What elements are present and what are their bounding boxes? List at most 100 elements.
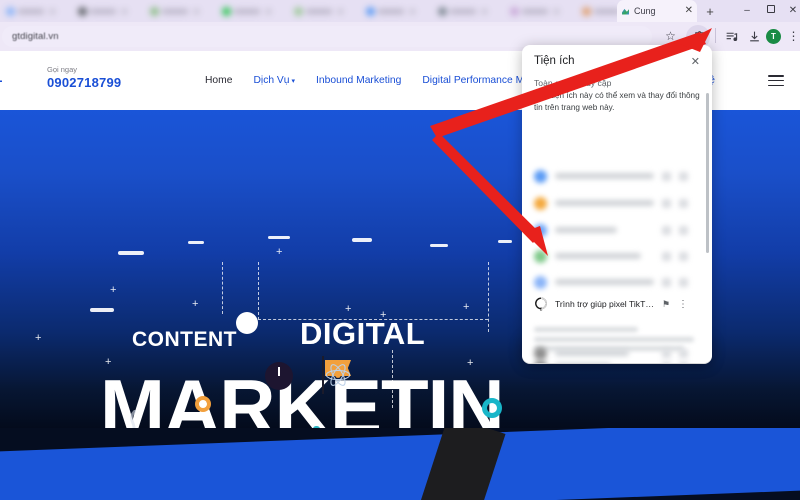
extensions-puzzle-icon[interactable] [691,28,708,45]
call-now-phone[interactable]: 0902718799 [47,75,121,90]
background-tab[interactable] [72,2,144,20]
page-favicon-icon [621,7,630,16]
extension-list-item[interactable] [522,163,700,189]
extension-list-item[interactable] [522,340,700,366]
extension-icon [534,196,547,210]
site-logo[interactable]: TAL [0,71,3,85]
call-now-block: Gọi ngay 0902718799 [47,65,121,90]
background-tab[interactable] [360,2,432,20]
browser-menu-icon[interactable]: ⋮ [785,28,800,45]
hero-word-digital: DIGITAL [300,316,426,351]
extension-list-item[interactable] [522,243,700,269]
plus-decoration: + [35,332,42,344]
pin-icon[interactable]: ⚑ [661,299,671,310]
overflow-menu-icon[interactable] [679,225,688,235]
plus-decoration: + [192,298,199,310]
cloud-decoration [268,236,290,239]
cloud-decoration [430,244,448,247]
pin-icon[interactable] [662,348,671,358]
tiktok-pixel-helper-name: Trình trợ giúp pixel TikT… [555,299,654,309]
tab-strip: Cung ✕ + – ✕ [0,0,800,22]
bookmark-star-icon[interactable]: ☆ [662,28,679,45]
atom-icon [325,364,351,386]
hamburger-icon[interactable] [768,75,784,87]
flag-pole-decoration [322,356,324,394]
window-close-button[interactable]: ✕ [784,3,800,19]
extensions-popup[interactable]: Tiện ích ✕ Toàn quyền truy cập Các tiện … [522,45,712,363]
hero-word-content: CONTENT [132,328,237,351]
extension-name [555,350,629,356]
nav-item-home[interactable]: Home [205,75,232,86]
close-tab-icon[interactable]: ✕ [685,6,693,16]
overflow-menu-icon[interactable]: ⋮ [678,299,688,310]
extension-list-item[interactable] [522,190,700,216]
popup-section-title-blurred [534,327,638,332]
background-tab[interactable] [144,2,216,20]
extensions-popup-header: Tiện ích ✕ [522,45,712,77]
tiktok-pixel-helper-row[interactable]: 2 Trình trợ giúp pixel TikT… ⚑ ⋮ [522,291,700,317]
extension-name [555,173,654,179]
extension-icon [534,169,547,183]
extensions-popup-title: Tiện ích [534,55,575,67]
extension-icon [534,275,547,289]
background-tab[interactable] [504,2,576,20]
active-tab-title: Cung [634,6,656,16]
dashed-guide [222,262,223,314]
pin-icon[interactable] [662,171,671,181]
pin-icon[interactable] [662,198,671,208]
dashed-guide [488,262,489,332]
gear-icon [482,398,502,418]
pin-icon[interactable] [662,277,671,287]
profile-avatar[interactable]: T [766,29,781,44]
reading-list-icon[interactable] [723,28,740,45]
popup-scrollbar[interactable] [706,93,709,253]
nav-item-dichvu[interactable]: Dịch Vụ ▾ [253,75,295,86]
overflow-menu-icon[interactable] [679,251,688,261]
new-tab-button[interactable]: + [702,4,718,20]
overflow-menu-icon[interactable] [679,277,688,287]
close-icon[interactable]: ✕ [691,55,700,68]
call-now-label: Gọi ngay [47,65,78,74]
window-maximize-button[interactable] [762,3,780,19]
overflow-menu-icon[interactable] [679,348,688,358]
dashed-guide [258,262,488,320]
address-bar[interactable]: gtdigital.vn [2,26,652,47]
chevron-down-icon: ▾ [291,78,296,85]
plus-decoration: + [276,246,283,258]
gear-icon [195,396,211,412]
cloud-decoration [188,241,204,244]
clock-icon [265,362,293,390]
plus-decoration: + [110,284,117,296]
browser-window: Cung ✕ + – ✕ gtdigital.vn ☆ T ⋮ TAL [0,0,800,500]
site-footer [0,428,800,500]
overflow-menu-icon[interactable] [679,198,688,208]
pin-icon[interactable] [662,251,671,261]
tiktok-pixel-helper-icon: 2 [534,297,548,311]
extension-name [555,227,617,233]
nav-item-inbound-marketing[interactable]: Inbound Marketing [316,75,401,86]
background-tabs-group[interactable] [0,0,620,22]
extension-icon [534,346,547,360]
background-tab[interactable] [216,2,288,20]
cloud-decoration [118,251,144,255]
toolbar-divider [715,28,716,43]
circle-decoration [236,312,258,334]
svg-text:2: 2 [540,306,543,311]
extension-name [555,253,641,259]
overflow-menu-icon[interactable] [679,171,688,181]
background-tab[interactable] [288,2,360,20]
downloads-icon[interactable] [746,28,763,45]
background-tab[interactable] [432,2,504,20]
cloud-decoration [90,308,114,312]
extension-icon [534,223,547,237]
extension-list-item[interactable] [522,217,700,243]
background-tab[interactable] [0,2,72,20]
background-tab[interactable] [576,2,620,20]
address-bar-url: gtdigital.vn [12,31,59,42]
full-access-section-description: Các tiện ích này có thể xem và thay đổi … [534,91,700,113]
cloud-decoration [352,238,372,242]
hero-word-marketing: MARKETIN [100,363,505,428]
window-minimize-button[interactable]: – [738,3,756,19]
pin-icon[interactable] [662,225,671,235]
active-tab[interactable]: Cung ✕ [617,0,697,22]
